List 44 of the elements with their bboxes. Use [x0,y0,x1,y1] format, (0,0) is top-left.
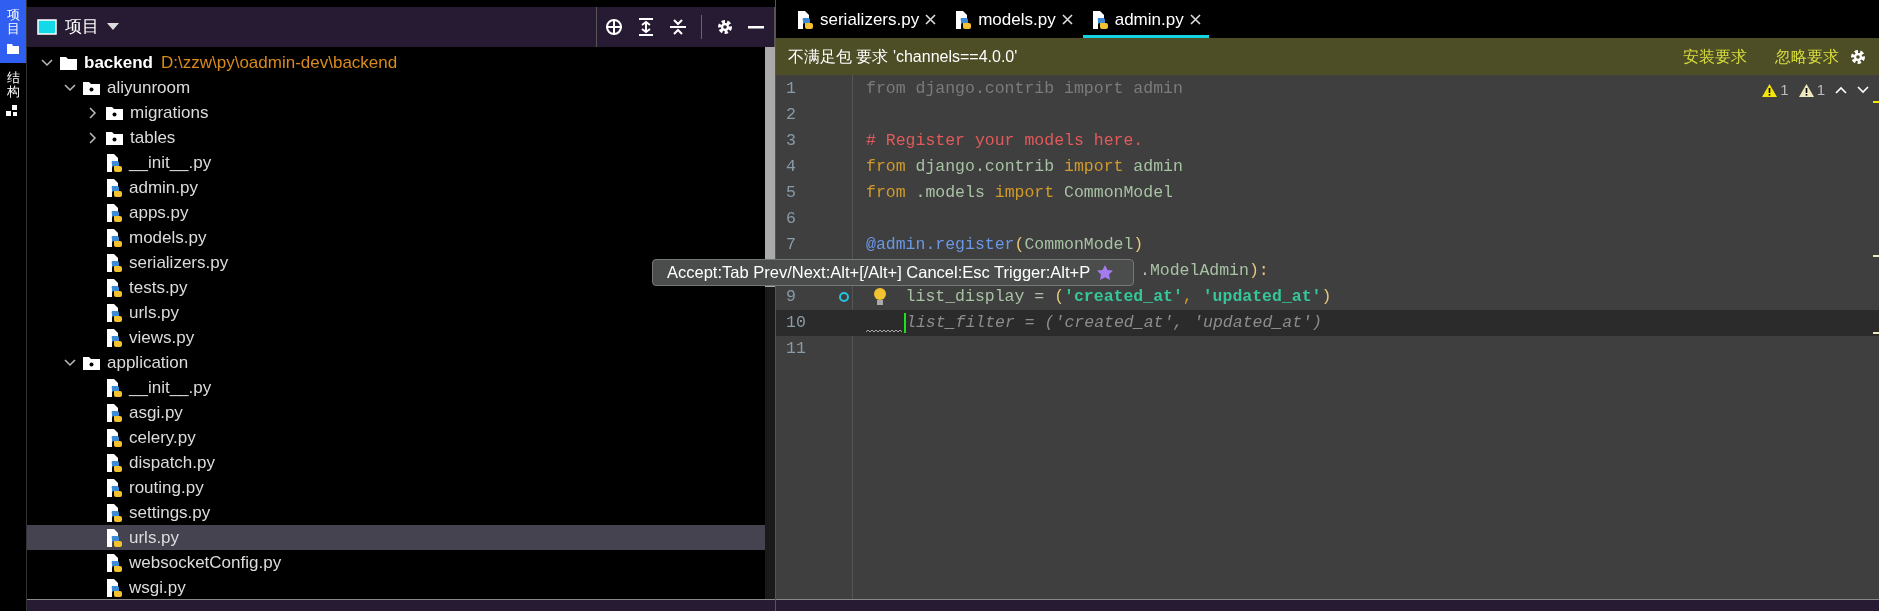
line-number: 10 [786,312,806,332]
tree-item-label: celery.py [129,426,196,449]
tree-item-label: __init__.py [129,151,212,174]
tree-item-label: application [107,351,189,374]
tree-item-label: __init__.py [129,376,212,399]
tree-item-path: D:\zzw\py\oadmin-dev\backend [161,51,398,74]
tree-item-label: backend [84,51,153,74]
panel-title: 项目 [65,16,99,39]
line-number: 2 [786,104,796,124]
code-line: from django.contrib import admin [866,77,1183,100]
tree-item-label: wsgi.py [129,576,186,599]
code-line: list_display = ('created_at', 'updated_at') [905,285,1332,308]
tree-item-label: dispatch.py [129,451,215,474]
tree-item-label: routing.py [129,476,204,499]
code-line: from .models import CommonModel [866,181,1173,204]
code-line: list_filter = ('created_at', 'updated_at') [904,311,1322,335]
code-line: .ModelAdmin): [1140,259,1269,282]
tree-item-label: asgi.py [129,401,183,424]
line-number: 5 [786,182,796,202]
code-line: from django.contrib import admin [866,155,1183,178]
line-number: 4 [786,156,796,176]
tree-item-label: tables [130,126,176,149]
line-number: 1 [786,78,796,98]
banner-message: 不满足包 要求 'channels==4.0.0' [788,46,1018,67]
tree-item-label: urls.py [129,526,180,549]
line-number: 11 [786,338,806,358]
tree-item-label: settings.py [129,501,211,524]
tree-item-label: tests.py [129,276,188,299]
code-line: # Register your models here. [866,129,1144,152]
tree-item-label: admin.py [129,176,198,199]
line-number: 6 [786,208,796,228]
code-line: @admin.register(CommonModel) [866,233,1144,256]
tree-item-label: serializers.py [129,251,229,274]
line-number: 9 [786,286,796,306]
line-number: 3 [786,130,796,150]
tree-item-label: websocketConfig.py [129,551,282,574]
tree-item-label: models.py [129,226,207,249]
tree-item-label: migrations [130,101,209,124]
tree-item-label: views.py [129,326,195,349]
tree-item-label: apps.py [129,201,189,224]
tooltip-text: Accept:Tab Prev/Next:Alt+[/Alt+] Cancel:Esc Trigger:Alt+P [667,262,1091,284]
line-number: 7 [786,234,796,254]
tree-item-label: urls.py [129,301,180,324]
tree-item-label: aliyunroom [107,76,191,99]
